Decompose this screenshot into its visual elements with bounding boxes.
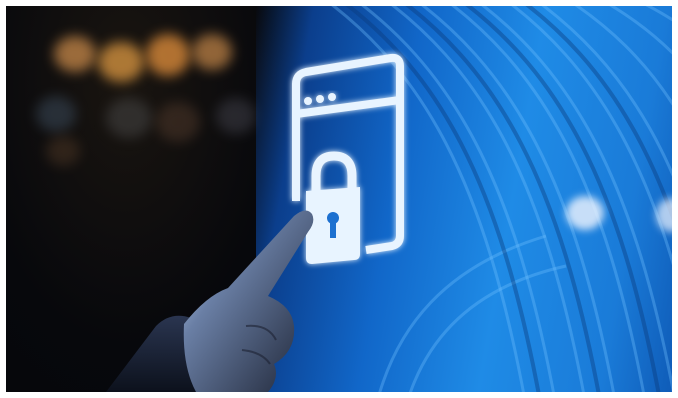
pointing-hand [106, 210, 314, 392]
photo-frame [6, 6, 672, 392]
